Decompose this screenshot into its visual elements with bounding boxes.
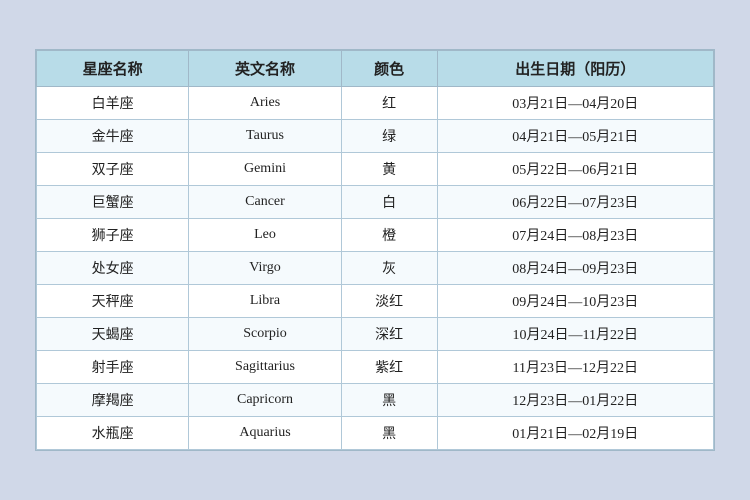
cell-chinese: 巨蟹座 [37, 186, 189, 219]
header-color: 颜色 [341, 51, 437, 87]
cell-dates: 01月21日—02月19日 [437, 417, 713, 450]
zodiac-table: 星座名称 英文名称 颜色 出生日期（阳历） 白羊座Aries红03月21日—04… [36, 50, 714, 450]
cell-dates: 08月24日—09月23日 [437, 252, 713, 285]
table-row: 白羊座Aries红03月21日—04月20日 [37, 87, 714, 120]
cell-chinese: 白羊座 [37, 87, 189, 120]
cell-color: 红 [341, 87, 437, 120]
cell-color: 淡红 [341, 285, 437, 318]
cell-english: Leo [189, 219, 341, 252]
table-row: 狮子座Leo橙07月24日—08月23日 [37, 219, 714, 252]
cell-dates: 03月21日—04月20日 [437, 87, 713, 120]
cell-chinese: 处女座 [37, 252, 189, 285]
table-row: 水瓶座Aquarius黑01月21日—02月19日 [37, 417, 714, 450]
cell-dates: 06月22日—07月23日 [437, 186, 713, 219]
cell-english: Aquarius [189, 417, 341, 450]
cell-english: Gemini [189, 153, 341, 186]
cell-color: 紫红 [341, 351, 437, 384]
cell-english: Libra [189, 285, 341, 318]
cell-chinese: 金牛座 [37, 120, 189, 153]
cell-chinese: 天蝎座 [37, 318, 189, 351]
header-chinese: 星座名称 [37, 51, 189, 87]
cell-chinese: 狮子座 [37, 219, 189, 252]
cell-dates: 11月23日—12月22日 [437, 351, 713, 384]
cell-color: 黑 [341, 417, 437, 450]
cell-color: 黑 [341, 384, 437, 417]
cell-dates: 05月22日—06月21日 [437, 153, 713, 186]
cell-chinese: 水瓶座 [37, 417, 189, 450]
cell-dates: 07月24日—08月23日 [437, 219, 713, 252]
table-header-row: 星座名称 英文名称 颜色 出生日期（阳历） [37, 51, 714, 87]
cell-dates: 09月24日—10月23日 [437, 285, 713, 318]
table-row: 射手座Sagittarius紫红11月23日—12月22日 [37, 351, 714, 384]
cell-english: Sagittarius [189, 351, 341, 384]
cell-dates: 04月21日—05月21日 [437, 120, 713, 153]
cell-color: 灰 [341, 252, 437, 285]
cell-color: 绿 [341, 120, 437, 153]
cell-dates: 10月24日—11月22日 [437, 318, 713, 351]
table-row: 金牛座Taurus绿04月21日—05月21日 [37, 120, 714, 153]
table-row: 天蝎座Scorpio深红10月24日—11月22日 [37, 318, 714, 351]
cell-chinese: 射手座 [37, 351, 189, 384]
cell-chinese: 摩羯座 [37, 384, 189, 417]
cell-chinese: 双子座 [37, 153, 189, 186]
table-row: 处女座Virgo灰08月24日—09月23日 [37, 252, 714, 285]
cell-dates: 12月23日—01月22日 [437, 384, 713, 417]
zodiac-table-wrapper: 星座名称 英文名称 颜色 出生日期（阳历） 白羊座Aries红03月21日—04… [35, 49, 715, 451]
cell-english: Capricorn [189, 384, 341, 417]
table-row: 巨蟹座Cancer白06月22日—07月23日 [37, 186, 714, 219]
cell-english: Taurus [189, 120, 341, 153]
cell-color: 橙 [341, 219, 437, 252]
table-row: 天秤座Libra淡红09月24日—10月23日 [37, 285, 714, 318]
cell-color: 深红 [341, 318, 437, 351]
cell-english: Virgo [189, 252, 341, 285]
cell-english: Cancer [189, 186, 341, 219]
cell-color: 白 [341, 186, 437, 219]
cell-color: 黄 [341, 153, 437, 186]
header-english: 英文名称 [189, 51, 341, 87]
cell-english: Scorpio [189, 318, 341, 351]
table-row: 双子座Gemini黄05月22日—06月21日 [37, 153, 714, 186]
cell-chinese: 天秤座 [37, 285, 189, 318]
cell-english: Aries [189, 87, 341, 120]
table-row: 摩羯座Capricorn黑12月23日—01月22日 [37, 384, 714, 417]
header-dates: 出生日期（阳历） [437, 51, 713, 87]
